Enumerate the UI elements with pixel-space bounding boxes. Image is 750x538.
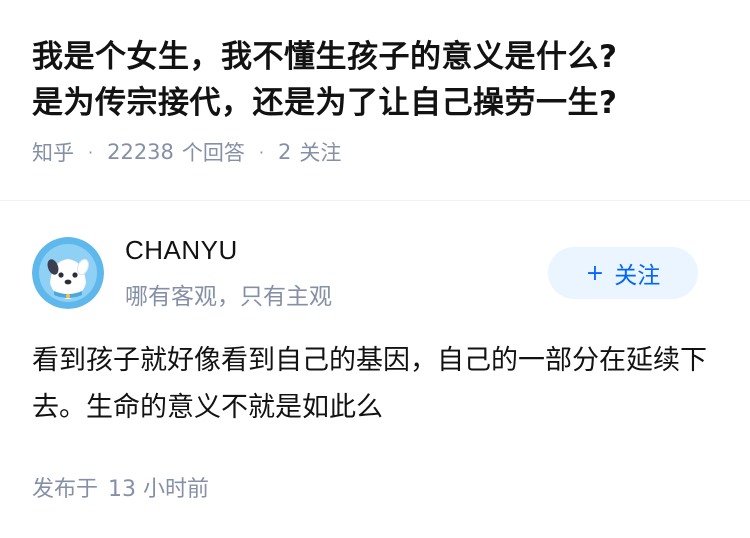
author-row: CHANYU 哪有客观，只有主观 + 关注 <box>0 201 750 321</box>
question-title-line1: 我是个女生，我不懂生孩子的意义是什么? <box>32 39 618 75</box>
meta-separator: · <box>88 142 94 162</box>
answer-count: 22238 <box>107 140 174 164</box>
follow-button-label: 关注 <box>614 263 661 289</box>
answer-content[interactable]: 看到孩子就好像看到自己的基因，自己的一部分在延续下去。生命的意义不就是如此么 <box>32 337 712 431</box>
question-title-line2: 是为传宗接代，还是为了让自己操劳一生? <box>32 85 618 121</box>
question-meta: 知乎 · 22238 个回答 · 2 关注 <box>32 134 718 170</box>
author-bio: 哪有客观，只有主观 <box>125 284 332 310</box>
follow-button[interactable]: + 关注 <box>548 247 698 299</box>
avatar[interactable] <box>32 237 104 309</box>
answer-count-label: 个回答 <box>181 141 245 165</box>
source-label[interactable]: 知乎 <box>32 137 74 167</box>
time-value: 13 小时前 <box>108 477 210 502</box>
question-header: 我是个女生，我不懂生孩子的意义是什么? 是为传宗接代，还是为了让自己操劳一生? … <box>0 0 750 170</box>
meta-separator: · <box>258 142 264 162</box>
author-name[interactable]: CHANYU <box>125 235 238 266</box>
answer-timestamp: 发布于 13 小时前 <box>32 471 209 503</box>
time-prefix: 发布于 <box>32 477 99 502</box>
avatar-cartoon-dog-icon <box>32 237 104 309</box>
answer-card: CHANYU 哪有客观，只有主观 + 关注 看到孩子就好像看到自己的基因，自己的… <box>0 201 750 502</box>
page: 我是个女生，我不懂生孩子的意义是什么? 是为传宗接代，还是为了让自己操劳一生? … <box>0 0 750 538</box>
plus-icon: + <box>585 260 605 286</box>
question-title[interactable]: 我是个女生，我不懂生孩子的意义是什么? 是为传宗接代，还是为了让自己操劳一生? <box>32 34 718 126</box>
follower-count: 2 <box>278 140 292 164</box>
follower-label: 关注 <box>299 141 342 165</box>
